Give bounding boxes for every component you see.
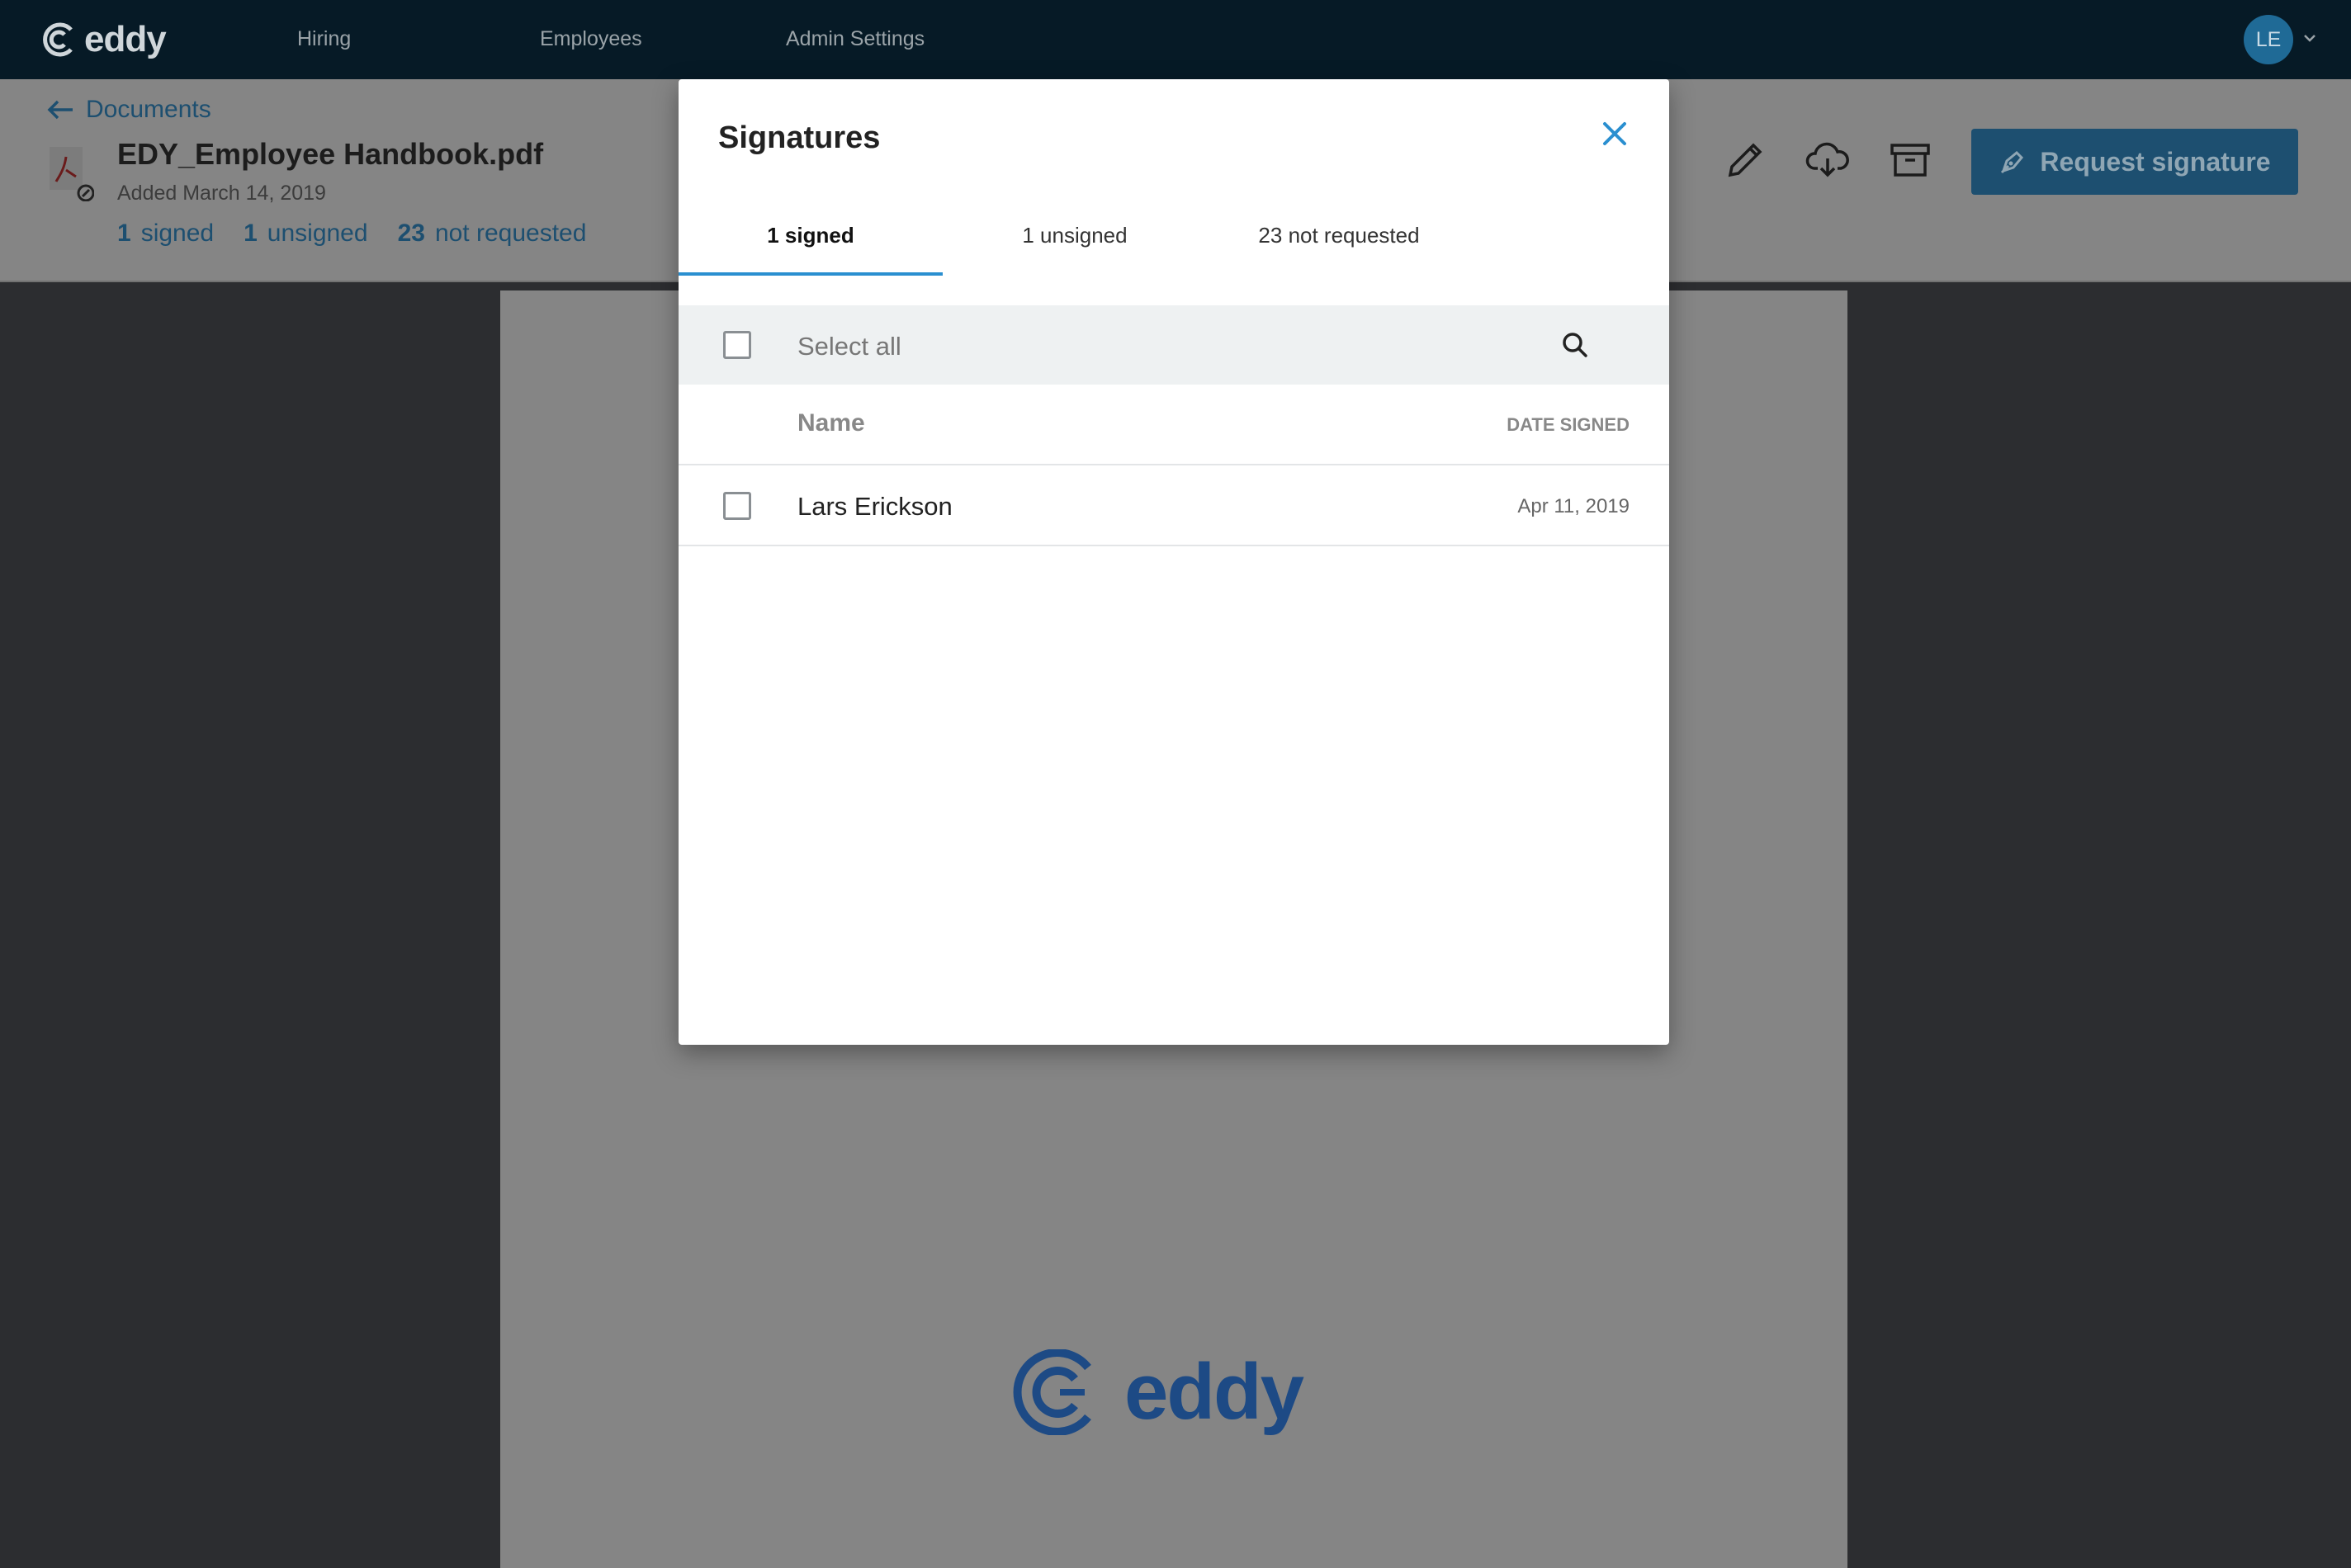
document-added-date: Added March 14, 2019: [117, 182, 326, 205]
arrow-left-icon: [47, 100, 73, 120]
signed-count: 1: [117, 220, 131, 247]
nav-link-hiring[interactable]: Hiring: [297, 27, 351, 51]
tab-signed[interactable]: 1 signed: [679, 220, 943, 276]
table-row[interactable]: Lars Erickson Apr 11, 2019: [679, 465, 1669, 546]
signed-count-link[interactable]: 1 signed: [117, 220, 214, 248]
not-requested-label: not requested: [434, 220, 587, 247]
logo-text: eddy: [84, 19, 167, 59]
table-header: Name DATE SIGNED: [679, 385, 1669, 465]
row-checkbox[interactable]: [723, 492, 751, 520]
unsigned-label: unsigned: [267, 220, 368, 247]
chevron-down-icon[interactable]: [2301, 30, 2318, 46]
signature-counts: 1 signed 1 unsigned 23 not requested: [117, 220, 586, 248]
unsigned-count-link[interactable]: 1 unsigned: [244, 220, 367, 248]
not-requested-count-link[interactable]: 23 not requested: [398, 220, 587, 248]
tab-not-requested[interactable]: 23 not requested: [1207, 220, 1471, 276]
signatures-modal: Signatures 1 signed 1 unsigned 23 not re…: [679, 79, 1669, 1045]
pdf-file-icon: [50, 147, 94, 201]
nav-link-admin-settings[interactable]: Admin Settings: [786, 27, 925, 51]
top-navigation: eddy Hiring Employees Admin Settings LE: [0, 0, 2351, 79]
eddy-logo-icon: [43, 22, 73, 57]
column-header-name[interactable]: Name: [797, 409, 865, 437]
pen-sign-icon: [2001, 150, 2024, 174]
unsigned-count: 1: [244, 220, 258, 247]
eddy-logo-icon: [1013, 1349, 1091, 1435]
select-all-label: Select all: [797, 332, 901, 361]
search-icon[interactable]: [1560, 330, 1590, 360]
document-page-logo: eddy: [1005, 1347, 1304, 1438]
back-to-documents-link[interactable]: Documents: [46, 96, 211, 124]
tab-unsigned[interactable]: 1 unsigned: [943, 220, 1207, 276]
request-signature-button[interactable]: Request signature: [1971, 129, 2298, 195]
back-link-label: Documents: [86, 96, 211, 123]
nav-link-employees[interactable]: Employees: [540, 27, 642, 51]
signature-tabs: 1 signed 1 unsigned 23 not requested: [679, 220, 1669, 276]
select-all-checkbox[interactable]: [723, 331, 751, 359]
pencil-icon[interactable]: [1722, 137, 1768, 183]
request-signature-label: Request signature: [2040, 146, 2271, 177]
signer-name: Lars Erickson: [797, 492, 953, 521]
document-title: EDY_Employee Handbook.pdf: [117, 137, 544, 171]
column-header-date-signed[interactable]: DATE SIGNED: [1507, 414, 1630, 436]
archive-icon[interactable]: [1887, 137, 1933, 183]
user-avatar[interactable]: LE: [2244, 15, 2293, 64]
select-all-bar: Select all: [679, 305, 1669, 385]
cloud-download-icon[interactable]: [1805, 137, 1851, 183]
page-logo-text: eddy: [1124, 1348, 1304, 1436]
app-logo[interactable]: eddy: [38, 17, 167, 63]
signed-label: signed: [140, 220, 215, 247]
date-signed: Apr 11, 2019: [1517, 495, 1630, 517]
not-requested-count: 23: [397, 220, 425, 247]
modal-title: Signatures: [718, 120, 881, 155]
close-icon[interactable]: [1598, 117, 1631, 150]
